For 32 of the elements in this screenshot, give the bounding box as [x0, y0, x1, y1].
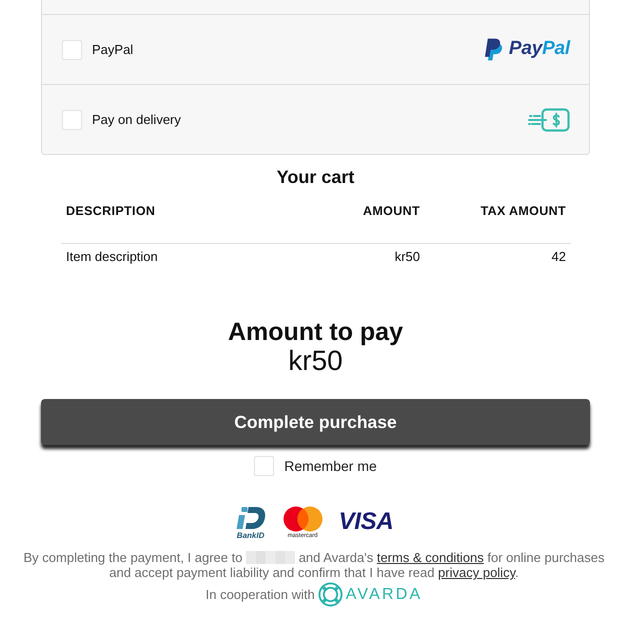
option-label: PayPal [92, 40, 134, 59]
complete-purchase-button[interactable]: Complete purchase [41, 399, 590, 446]
option-checkbox[interactable] [62, 110, 82, 130]
ring-icon [318, 582, 343, 608]
amount-to-pay-label: Amount to pay [227, 318, 404, 346]
payment-option-row[interactable]: Pay on delivery [42, 84, 589, 154]
column-header: DESCRIPTION [61, 192, 305, 244]
column-header: TAX AMOUNT [425, 192, 571, 244]
table-cell: Item description [61, 243, 305, 270]
paypal-wordmark: PayPal [508, 37, 570, 62]
visa-wordmark: VISA [338, 509, 394, 536]
option-label: Pay on delivery [92, 110, 181, 129]
redacted-block [246, 551, 296, 564]
overlapping-circles-icon [282, 506, 323, 532]
cooperation-label: In cooperation with [206, 587, 315, 602]
id-mark-icon [234, 506, 267, 530]
table-cell: kr50 [305, 243, 425, 270]
p-monogram-icon [484, 38, 503, 61]
cart-title: Your cart [276, 167, 356, 189]
consent-text: By completing the payment, I agree to and Avarda's terms & conditions for online purchases and accept payment liability and confirm that I have read privacy policy. [22, 550, 606, 580]
policy-link[interactable]: privacy policy [438, 565, 516, 580]
option-checkbox[interactable] [62, 40, 82, 60]
logo-caption: BankID [236, 531, 264, 540]
policy-link[interactable]: terms & conditions [376, 550, 484, 566]
table-cell: 42 [425, 243, 571, 270]
remember-me-checkbox[interactable] [254, 456, 274, 476]
cash-note-icon [528, 108, 570, 132]
amount-to-pay-value: kr50 [287, 346, 344, 378]
column-header: AMOUNT [305, 192, 425, 244]
partner-wordmark: AVARDA [346, 584, 422, 605]
payment-option-row[interactable]: PayPal PayPal [42, 14, 589, 84]
remember-me-label: Remember me [284, 457, 377, 476]
